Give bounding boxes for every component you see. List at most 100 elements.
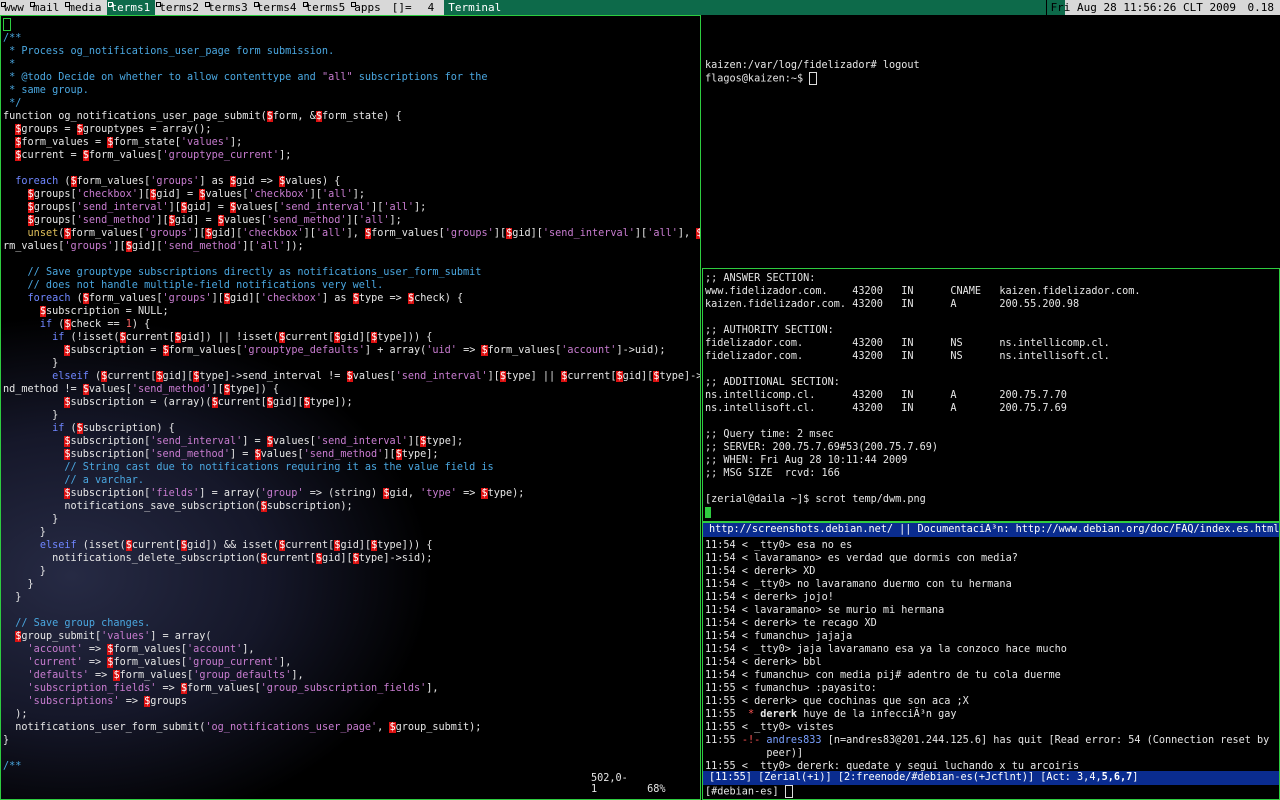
tag-media[interactable]: media (64, 0, 106, 15)
message-time: 11:54 (705, 605, 736, 616)
nick[interactable]: dererk (754, 592, 791, 603)
message-text: :payasito: (815, 683, 877, 694)
tag-label: apps (354, 1, 381, 14)
nick[interactable]: lavaramano (754, 553, 815, 564)
message-text: peer)] (766, 748, 804, 759)
tag-terms4[interactable]: terms4 (253, 0, 302, 15)
dig-line: ns.intellicomp.cl. 43200 IN A 200.75.7.7… (705, 390, 1067, 401)
message-time: 11:55 (705, 722, 736, 733)
dig-line: ;; WHEN: Fri Aug 28 10:11:44 2009 (705, 455, 908, 466)
nick[interactable]: _tty0 (754, 540, 785, 551)
dig-line: ;; ANSWER SECTION: (705, 273, 816, 284)
chat-message: 11:55 * dererk huye de la infecciÃ³n gay (705, 708, 1269, 721)
tag-mail[interactable]: mail (29, 0, 65, 15)
tag-terms2[interactable]: terms2 (155, 0, 204, 15)
scroll-percent: 68% (647, 784, 666, 795)
tag-occupied-indicator (29, 2, 35, 7)
nick[interactable]: dererk (760, 709, 797, 720)
message-text: jojo! (803, 592, 834, 603)
irc-status-line: [11:55] [Zerial(+i)] [2:freenode/#debian… (703, 771, 1279, 785)
tag-label: www (4, 1, 24, 14)
dig-line: ;; AUTHORITY SECTION: (705, 325, 834, 336)
vim-editor-pane[interactable]: /** * Process og_notifications_user_page… (0, 15, 701, 800)
php-source-code[interactable]: /** * Process og_notifications_user_page… (3, 18, 700, 773)
chat-message: 11:55 < dererk> que cochinas que son aca… (705, 696, 969, 707)
dig-line: www.fidelizador.com. 43200 IN CNAME kaiz… (705, 286, 1141, 297)
chat-message-continuation: peer)] (705, 747, 1269, 760)
nick[interactable]: dererk (754, 566, 791, 577)
nick[interactable]: _tty0 (754, 644, 785, 655)
tag-occupied-indicator (156, 2, 162, 7)
dig-line: ;; Query time: 2 msec (705, 429, 834, 440)
chat-message: 11:54 < dererk> XD (705, 566, 816, 577)
nick[interactable]: andres833 (766, 735, 821, 746)
dig-line: [zerial@daila ~]$ scrot temp/dwm.png (705, 494, 926, 505)
tag-terms3[interactable]: terms3 (204, 0, 253, 15)
irc-input-line[interactable]: [#debian-es] (705, 785, 793, 799)
clock: Fri Aug 28 11:56:26 CLT 2009 (1045, 0, 1240, 15)
tag-label: terms5 (305, 1, 346, 14)
terminal-logout-pane[interactable]: kaizen:/var/log/fidelizador# logout flag… (702, 15, 1280, 268)
message-text: [n=andres83@201.244.125.6] has quit [Rea… (827, 735, 1270, 746)
quit-marker: -!- (741, 735, 761, 746)
cursor-position: 502,0-1 (591, 773, 628, 795)
tag-occupied-indicator (205, 2, 210, 7)
message-text: bbl (803, 657, 822, 668)
chat-message: 11:54 < lavaramano> se murio mi hermana (705, 605, 945, 616)
message-time: 11:54 (705, 540, 736, 551)
tag-terms1[interactable]: terms1 (106, 0, 156, 15)
layout-indicator[interactable]: []= (386, 0, 418, 15)
chat-message: 11:54 < _tty0> esa no es (705, 540, 853, 551)
chat-message: 11:54 < dererk> jojo! (705, 592, 834, 603)
tag-label: media (68, 1, 102, 14)
chat-messages: 11:54 < _tty0> esa no es 11:54 < lavarama… (705, 539, 1269, 773)
nick[interactable]: fumanchu (754, 683, 803, 694)
message-time: 11:54 (705, 618, 736, 629)
terminal-cursor (705, 506, 711, 518)
terminal-dig-pane[interactable]: ;; ANSWER SECTION: www.fidelizador.com. … (702, 268, 1280, 522)
chat-message: 11:54 < dererk> bbl (705, 657, 822, 668)
dig-line: kaizen.fidelizador.com. 43200 IN A 200.5… (705, 299, 1080, 310)
tag-label: terms4 (256, 1, 297, 14)
dig-line: ;; SERVER: 200.75.7.69#53(200.75.7.69) (705, 442, 939, 453)
nick[interactable]: dererk (754, 618, 791, 629)
status-bar: www mail media terms1 terms2 terms3 terms4 term… (0, 0, 1280, 15)
tag-terms5[interactable]: terms5 (302, 0, 351, 15)
window-title: Terminal (444, 0, 1066, 15)
channel-topic: http://screenshots.debian.net/ || Docume… (703, 523, 1279, 537)
nick[interactable]: lavaramano (754, 605, 815, 616)
dig-line: ns.intellisoft.cl. 43200 IN A 200.75.7.6… (705, 403, 1067, 414)
input-prompt: [#debian-es] (705, 786, 785, 798)
tag-label: terms2 (159, 1, 199, 14)
vim-cursor (3, 18, 11, 31)
message-text: esa no es (797, 540, 853, 551)
chat-message: 11:54 < fumanchu> con media pij# adentro… (705, 670, 1061, 681)
nick[interactable]: _tty0 (754, 722, 785, 733)
tag-www[interactable]: www (0, 0, 29, 15)
message-text: jaja lavaramano esa ya la conzoco hace m… (797, 644, 1067, 655)
nick[interactable]: fumanchu (754, 631, 803, 642)
message-time: 11:54 (705, 670, 736, 681)
nick[interactable]: dererk (754, 696, 791, 707)
message-time: 11:54 (705, 644, 736, 655)
message-text: que cochinas que son aca ;X (803, 696, 969, 707)
chat-message: 11:55 -!- andres833 [n=andres83@201.244.… (705, 734, 1269, 747)
tag-occupied-indicator (65, 2, 71, 7)
chat-message: 11:54 < _tty0> jaja lavaramano esa ya la… (705, 644, 1067, 655)
message-text: huye de la infecciÃ³n gay (803, 709, 957, 720)
input-cursor (784, 785, 793, 798)
tag-occupied-indicator (1, 2, 6, 7)
irssi-pane[interactable]: http://screenshots.debian.net/ || Docume… (702, 522, 1280, 800)
message-text: vistes (797, 722, 834, 733)
tag-apps[interactable]: apps (350, 0, 386, 15)
message-text: con media pij# adentro de tu cola duerme (815, 670, 1061, 681)
message-text: jajaja (815, 631, 853, 642)
dig-line: fidelizador.com. 43200 IN NS ns.intellis… (705, 351, 1110, 362)
nick[interactable]: fumanchu (754, 670, 803, 681)
tag-occupied-indicator (253, 2, 259, 7)
message-time: 11:54 (705, 592, 736, 603)
nick[interactable]: _tty0 (754, 579, 785, 590)
vim-ruler: 502,0-1 68% (591, 773, 700, 795)
nick[interactable]: dererk (754, 657, 791, 668)
message-time: 11:55 (705, 696, 736, 707)
